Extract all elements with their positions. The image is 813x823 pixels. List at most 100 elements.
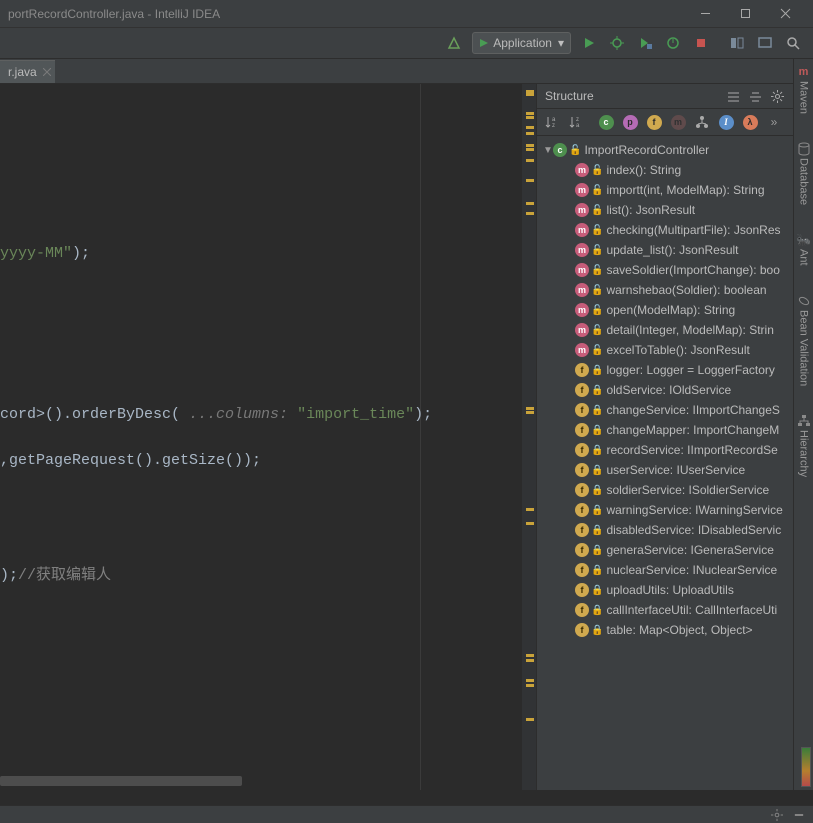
inherited-icon[interactable]: [691, 111, 713, 133]
class-node[interactable]: ▼ c 🔓 ImportRecordController: [541, 140, 813, 160]
presentation-button[interactable]: [753, 31, 777, 55]
bean-icon: [797, 294, 811, 308]
layout-button[interactable]: [725, 31, 749, 55]
field-node[interactable]: f🔒callInterfaceUtil: CallInterfaceUti: [541, 600, 813, 620]
marker[interactable]: [526, 90, 534, 96]
method-node[interactable]: m🔓list(): JsonResult: [541, 200, 813, 220]
field-node[interactable]: f🔒recordService: IImportRecordSe: [541, 440, 813, 460]
field-node[interactable]: f🔒changeMapper: ImportChangeM: [541, 420, 813, 440]
lock-icon: 🔓: [591, 205, 603, 216]
field-node[interactable]: f🔒generaService: IGeneraService: [541, 540, 813, 560]
method-node[interactable]: m🔓warnshebao(Soldier): boolean: [541, 280, 813, 300]
file-tab[interactable]: r.java: [0, 60, 55, 83]
method-node[interactable]: m🔓excelToTable(): JsonResult: [541, 340, 813, 360]
filter-method-icon[interactable]: m: [667, 111, 689, 133]
field-icon: f: [575, 483, 589, 497]
structure-tree[interactable]: ▼ c 🔓 ImportRecordController m🔓index(): …: [537, 136, 813, 790]
hierarchy-icon: [797, 414, 811, 428]
marker[interactable]: [526, 718, 534, 721]
filter-property-icon[interactable]: p: [619, 111, 641, 133]
scrollbar-thumb[interactable]: [0, 776, 242, 786]
close-button[interactable]: [765, 0, 805, 28]
field-label: warningService: IWarningService: [606, 503, 782, 517]
main-area: yyyy-MM"); cord>().orderByDesc( ...colum…: [0, 84, 813, 790]
side-tab-maven[interactable]: m Maven: [797, 65, 811, 114]
debug-button[interactable]: [605, 31, 629, 55]
minimize-button[interactable]: [685, 0, 725, 28]
build-icon[interactable]: [442, 31, 466, 55]
marker[interactable]: [526, 508, 534, 511]
marker[interactable]: [526, 144, 534, 147]
method-node[interactable]: m🔓checking(MultipartFile): JsonRes: [541, 220, 813, 240]
run-coverage-button[interactable]: [633, 31, 657, 55]
lock-icon: 🔒: [591, 365, 603, 376]
marker[interactable]: [526, 112, 534, 115]
marker[interactable]: [526, 132, 534, 135]
hide-icon[interactable]: [791, 807, 807, 823]
method-node[interactable]: m🔓open(ModelMap): String: [541, 300, 813, 320]
side-tab-hierarchy[interactable]: Hierarchy: [797, 414, 811, 477]
method-node[interactable]: m🔓detail(Integer, ModelMap): Strin: [541, 320, 813, 340]
method-icon: m: [575, 283, 589, 297]
marker[interactable]: [526, 179, 534, 182]
filter-lambda-icon[interactable]: λ: [739, 111, 761, 133]
marker[interactable]: [526, 659, 534, 662]
sort-visibility-icon[interactable]: za: [565, 111, 587, 133]
run-button[interactable]: [577, 31, 601, 55]
close-icon[interactable]: [43, 68, 51, 76]
marker[interactable]: [526, 679, 534, 682]
field-node[interactable]: f🔒soldierService: ISoldierService: [541, 480, 813, 500]
marker[interactable]: [526, 212, 534, 215]
field-node[interactable]: f🔒warningService: IWarningService: [541, 500, 813, 520]
field-icon: f: [575, 403, 589, 417]
side-tab-database[interactable]: Database: [797, 142, 811, 205]
marker[interactable]: [526, 407, 534, 410]
marker-strip[interactable]: [522, 84, 536, 790]
gear-icon[interactable]: [767, 86, 787, 106]
method-node[interactable]: m🔓importt(int, ModelMap): String: [541, 180, 813, 200]
gear-icon[interactable]: [769, 807, 785, 823]
memory-indicator[interactable]: [801, 747, 811, 787]
method-node[interactable]: m🔓update_list(): JsonResult: [541, 240, 813, 260]
sort-alpha-icon[interactable]: az: [541, 111, 563, 133]
field-node[interactable]: f🔒nuclearService: INuclearService: [541, 560, 813, 580]
stop-button[interactable]: [689, 31, 713, 55]
field-node[interactable]: f🔒uploadUtils: UploadUtils: [541, 580, 813, 600]
marker[interactable]: [526, 522, 534, 525]
method-node[interactable]: m🔓index(): String: [541, 160, 813, 180]
horizontal-scrollbar[interactable]: [0, 776, 522, 786]
field-node[interactable]: f🔒oldService: IOldService: [541, 380, 813, 400]
run-config-selector[interactable]: Application ▾: [472, 32, 571, 54]
field-node[interactable]: f 🔒 table: Map<Object, Object>: [541, 620, 813, 640]
side-tab-bean-validation[interactable]: Bean Validation: [797, 294, 811, 386]
filter-class-icon[interactable]: c: [595, 111, 617, 133]
field-node[interactable]: f🔒logger: Logger = LoggerFactory: [541, 360, 813, 380]
field-label: logger: Logger = LoggerFactory: [606, 363, 774, 377]
filter-field-icon[interactable]: f: [643, 111, 665, 133]
marker[interactable]: [526, 116, 534, 119]
maximize-button[interactable]: [725, 0, 765, 28]
field-label: userService: IUserService: [606, 463, 745, 477]
field-icon: f: [575, 543, 589, 557]
field-node[interactable]: f🔒changeService: IImportChangeS: [541, 400, 813, 420]
search-everywhere-button[interactable]: [781, 31, 805, 55]
marker[interactable]: [526, 126, 534, 129]
marker[interactable]: [526, 159, 534, 162]
expand-all-icon[interactable]: [723, 86, 743, 106]
marker[interactable]: [526, 202, 534, 205]
method-node[interactable]: m🔓saveSoldier(ImportChange): boo: [541, 260, 813, 280]
marker[interactable]: [526, 411, 534, 414]
field-node[interactable]: f🔒disabledService: IDisabledServic: [541, 520, 813, 540]
marker[interactable]: [526, 684, 534, 687]
profile-button[interactable]: [661, 31, 685, 55]
filter-interface-icon[interactable]: I: [715, 111, 737, 133]
side-tab-ant[interactable]: 🐜 Ant: [797, 233, 811, 266]
more-icon[interactable]: »: [763, 111, 785, 133]
collapse-all-icon[interactable]: [745, 86, 765, 106]
field-node[interactable]: f🔒userService: IUserService: [541, 460, 813, 480]
marker[interactable]: [526, 654, 534, 657]
marker[interactable]: [526, 148, 534, 151]
lock-icon: 🔓: [591, 225, 603, 236]
code-editor[interactable]: yyyy-MM"); cord>().orderByDesc( ...colum…: [0, 84, 536, 790]
method-icon: m: [575, 223, 589, 237]
